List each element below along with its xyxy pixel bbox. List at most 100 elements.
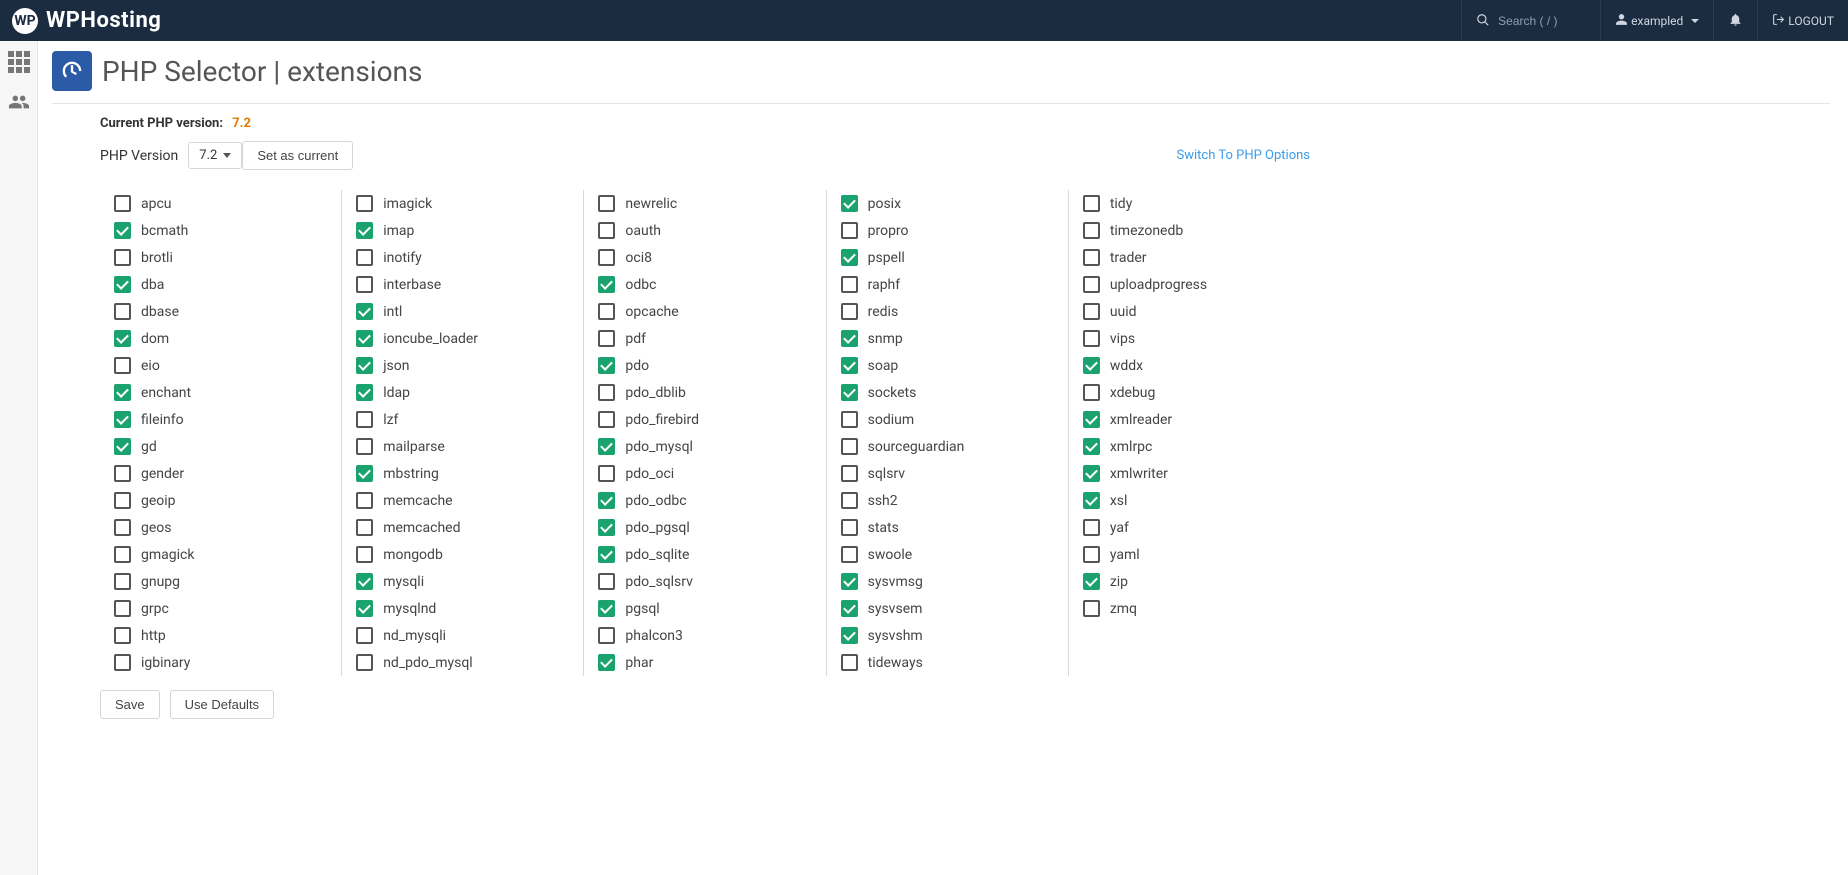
extension-checkbox[interactable] (841, 654, 858, 671)
extension-checkbox[interactable] (114, 519, 131, 536)
apps-grid-button[interactable] (8, 51, 30, 73)
extension-checkbox[interactable] (356, 384, 373, 401)
extension-checkbox[interactable] (114, 546, 131, 563)
extension-checkbox[interactable] (598, 438, 615, 455)
extension-checkbox[interactable] (598, 519, 615, 536)
switch-options-link[interactable]: Switch To PHP Options (1177, 148, 1310, 163)
users-button[interactable] (8, 91, 30, 118)
extension-checkbox[interactable] (1083, 384, 1100, 401)
extension-checkbox[interactable] (114, 465, 131, 482)
extension-checkbox[interactable] (598, 249, 615, 266)
extension-checkbox[interactable] (598, 465, 615, 482)
extension-checkbox[interactable] (114, 222, 131, 239)
extension-checkbox[interactable] (841, 600, 858, 617)
extension-checkbox[interactable] (356, 627, 373, 644)
extension-checkbox[interactable] (598, 303, 615, 320)
extension-checkbox[interactable] (356, 222, 373, 239)
extension-checkbox[interactable] (1083, 303, 1100, 320)
extension-checkbox[interactable] (1083, 492, 1100, 509)
extension-checkbox[interactable] (356, 546, 373, 563)
extension-checkbox[interactable] (841, 384, 858, 401)
extension-checkbox[interactable] (356, 465, 373, 482)
extension-checkbox[interactable] (356, 330, 373, 347)
extension-checkbox[interactable] (114, 411, 131, 428)
extension-checkbox[interactable] (598, 492, 615, 509)
extension-checkbox[interactable] (356, 519, 373, 536)
extension-checkbox[interactable] (841, 627, 858, 644)
extension-checkbox[interactable] (1083, 600, 1100, 617)
extension-checkbox[interactable] (598, 411, 615, 428)
extension-checkbox[interactable] (356, 600, 373, 617)
extension-checkbox[interactable] (841, 249, 858, 266)
extension-checkbox[interactable] (1083, 546, 1100, 563)
extension-checkbox[interactable] (598, 627, 615, 644)
extension-checkbox[interactable] (114, 654, 131, 671)
extension-checkbox[interactable] (1083, 519, 1100, 536)
extension-checkbox[interactable] (598, 276, 615, 293)
extension-checkbox[interactable] (356, 276, 373, 293)
extension-checkbox[interactable] (356, 357, 373, 374)
extension-checkbox[interactable] (114, 627, 131, 644)
set-current-button[interactable]: Set as current (242, 141, 353, 170)
extension-checkbox[interactable] (598, 600, 615, 617)
notifications-button[interactable] (1713, 0, 1757, 41)
extension-checkbox[interactable] (356, 492, 373, 509)
extension-checkbox[interactable] (841, 573, 858, 590)
extension-checkbox[interactable] (1083, 411, 1100, 428)
extension-checkbox[interactable] (598, 357, 615, 374)
extension-checkbox[interactable] (114, 195, 131, 212)
extension-checkbox[interactable] (356, 573, 373, 590)
brand[interactable]: WP WPHosting (0, 8, 161, 34)
save-button[interactable]: Save (100, 690, 160, 719)
extension-checkbox[interactable] (841, 330, 858, 347)
extension-checkbox[interactable] (1083, 276, 1100, 293)
extension-checkbox[interactable] (114, 384, 131, 401)
extension-checkbox[interactable] (1083, 222, 1100, 239)
extension-checkbox[interactable] (841, 222, 858, 239)
logout-button[interactable]: LOGOUT (1757, 0, 1848, 41)
extension-checkbox[interactable] (114, 249, 131, 266)
extension-checkbox[interactable] (598, 546, 615, 563)
extension-checkbox[interactable] (356, 249, 373, 266)
extension-checkbox[interactable] (841, 195, 858, 212)
extension-checkbox[interactable] (841, 411, 858, 428)
extension-checkbox[interactable] (356, 438, 373, 455)
extension-checkbox[interactable] (841, 357, 858, 374)
extension-checkbox[interactable] (1083, 357, 1100, 374)
extension-checkbox[interactable] (841, 465, 858, 482)
extension-checkbox[interactable] (1083, 330, 1100, 347)
extension-checkbox[interactable] (841, 546, 858, 563)
php-version-select[interactable]: 7.2 (188, 142, 242, 169)
extension-checkbox[interactable] (841, 276, 858, 293)
extension-checkbox[interactable] (114, 357, 131, 374)
extension-checkbox[interactable] (1083, 438, 1100, 455)
extension-checkbox[interactable] (841, 519, 858, 536)
extension-checkbox[interactable] (841, 303, 858, 320)
search-input[interactable] (1496, 13, 1586, 29)
extension-checkbox[interactable] (114, 330, 131, 347)
extension-checkbox[interactable] (114, 303, 131, 320)
extension-checkbox[interactable] (598, 195, 615, 212)
extension-checkbox[interactable] (598, 654, 615, 671)
extension-checkbox[interactable] (841, 492, 858, 509)
extension-checkbox[interactable] (841, 438, 858, 455)
extension-checkbox[interactable] (598, 330, 615, 347)
extension-checkbox[interactable] (114, 492, 131, 509)
extension-checkbox[interactable] (114, 600, 131, 617)
extension-checkbox[interactable] (356, 195, 373, 212)
use-defaults-button[interactable]: Use Defaults (170, 690, 274, 719)
extension-checkbox[interactable] (1083, 249, 1100, 266)
extension-checkbox[interactable] (1083, 573, 1100, 590)
extension-checkbox[interactable] (356, 411, 373, 428)
extension-checkbox[interactable] (1083, 465, 1100, 482)
extension-checkbox[interactable] (356, 654, 373, 671)
extension-checkbox[interactable] (356, 303, 373, 320)
extension-checkbox[interactable] (598, 573, 615, 590)
extension-checkbox[interactable] (114, 276, 131, 293)
extension-checkbox[interactable] (1083, 195, 1100, 212)
extension-checkbox[interactable] (598, 222, 615, 239)
extension-checkbox[interactable] (114, 573, 131, 590)
extension-checkbox[interactable] (598, 384, 615, 401)
extension-checkbox[interactable] (114, 438, 131, 455)
search-cell[interactable] (1461, 0, 1600, 41)
